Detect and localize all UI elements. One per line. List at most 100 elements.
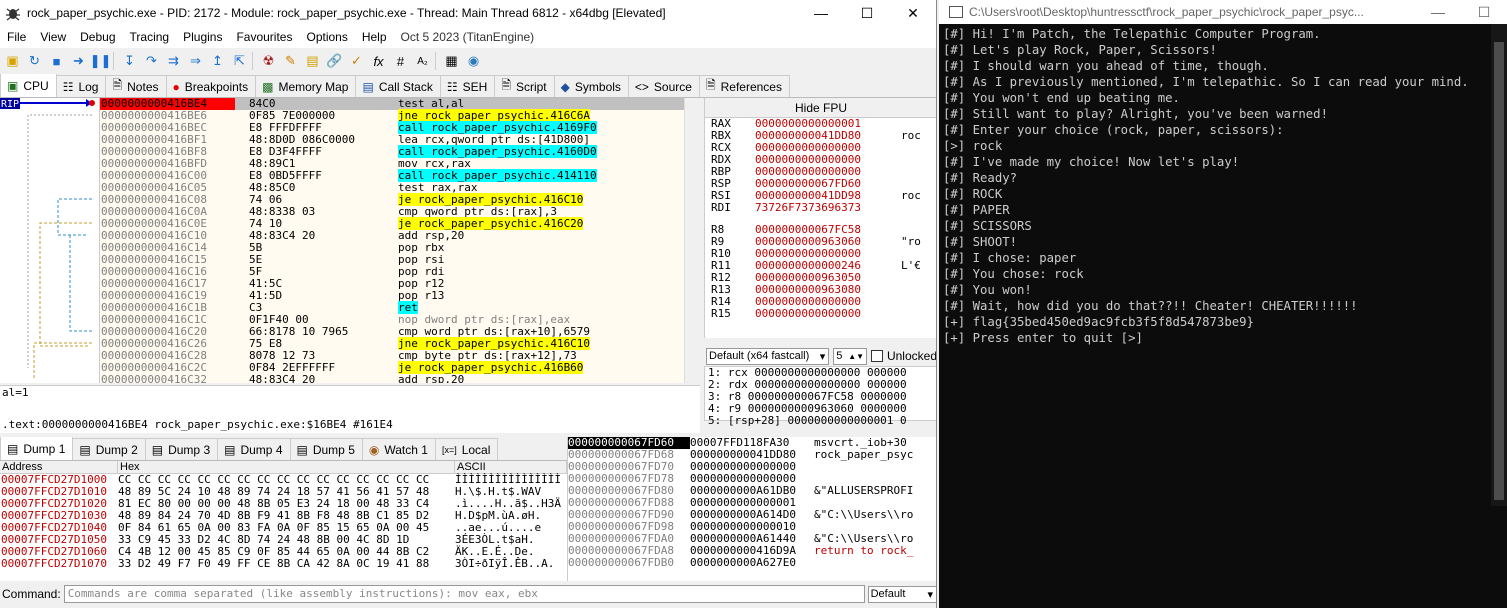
step-over-icon[interactable]: ↷ [142,52,161,71]
dump-view[interactable]: Address Hex ASCII 00007FFCD27D1000 CC CC … [0,461,567,581]
maximize-button[interactable]: ☐ [844,0,890,26]
patch-icon[interactable]: ✎ [281,52,300,71]
console-minimize-button[interactable]: — [1415,0,1461,25]
menu-help[interactable]: Help [355,30,394,44]
minimize-button[interactable]: — [798,0,844,26]
console-line: [#] I've made my choice! Now let's play! [943,155,1240,169]
log-icon: ☷ [62,79,74,94]
run-icon[interactable]: ➜ [69,52,88,71]
disasm-row[interactable]: 0000000000416C32 48:83C4 20 add rsp,20 [100,373,684,384]
labels-icon[interactable]: 🔗 [325,52,344,71]
dump-header-hex[interactable]: Hex [118,461,455,473]
dump-row[interactable]: 00007FFCD27D1070 33 D2 49 F7 F0 49 FF CE … [0,558,567,570]
calculator-icon[interactable]: ▦ [442,52,461,71]
command-mode-select[interactable]: Default ▾ [867,585,936,603]
tab-locals[interactable]: [x=] Local [434,438,499,460]
disassembly-view[interactable]: 0000000000416BE4 84C0 test al,al 0000000000… [100,98,684,383]
hide-fpu-button[interactable]: Hide FPU [705,98,936,118]
toolbar-separator [435,52,439,70]
register-list: RAX 0000000000000001 RBX 000000000041DD80 ro… [705,118,936,320]
script-icon: 🗎 [501,78,511,92]
tab-dump-5[interactable]: ▤ Dump 5 [289,438,363,460]
menu-file[interactable]: File [0,30,33,44]
menu-favourites[interactable]: Favourites [229,30,299,44]
disasm-bytes: 48:83C4 20 [249,373,316,384]
register-row[interactable]: RDI 73726F7373696373 [705,201,936,214]
stack-view[interactable]: 000000000067FD60 00007FFD118FA30 msvcrt._i… [567,437,936,581]
register-value: 0000000000000000 [755,307,861,320]
dump-area: ▤ Dump 1 ▤ Dump 2 ▤ Dump 3 ▤ Dump 4 ▤ Dump 5 … [0,437,567,581]
stop-icon[interactable]: ■ [47,52,66,71]
pause-icon[interactable]: ❚❚ [90,52,112,71]
disassembly-scrollbar[interactable] [684,98,700,383]
tab-seh[interactable]: ☷ SEH [439,75,496,97]
trace-into-icon[interactable]: ⇉ [164,52,183,71]
references-icon: 🗎 [705,78,716,92]
arguments-panel[interactable]: 1: rcx 0000000000000000 000000 2: rdx 00… [704,366,936,427]
strings-icon[interactable]: A₂ [413,52,432,71]
unlocked-label: Unlocked [886,349,937,363]
step-into-icon[interactable]: ↧ [120,52,139,71]
menu-debug[interactable]: Debug [73,30,122,44]
console-maximize-button[interactable]: ☐ [1461,0,1507,25]
menu-plugins[interactable]: Plugins [176,30,229,44]
tab-cpu[interactable]: ▣ CPU [0,74,57,97]
console-line: [#] I chose: paper [943,251,1077,265]
execute-till-return-icon[interactable]: ↥ [208,52,227,71]
globe-icon[interactable]: ◉ [464,52,483,71]
tab-references[interactable]: 🗎 References [698,75,790,97]
tab-script[interactable]: 🗎 Script [494,75,555,97]
jump-arrows: RIP [0,98,95,378]
call-stack-icon: ▤ [362,79,374,94]
functions-icon[interactable]: fx [369,52,388,71]
comments-icon[interactable]: ▤ [303,52,322,71]
tab-memory-map[interactable]: ▩ Memory Map [255,75,357,97]
tab-dump-4[interactable]: ▤ Dump 4 [217,438,291,460]
tab-watch-1[interactable]: ◉ Watch 1 [361,438,436,460]
run-to-user-code-icon[interactable]: ⇱ [230,52,249,71]
dump-header-address[interactable]: Address [0,461,118,473]
close-button[interactable]: ✕ [890,0,936,26]
stack-comment: &"C:\\Users\\ro [814,508,914,521]
tab-dump-3[interactable]: ▤ Dump 3 [144,438,219,460]
tab-source[interactable]: <> Source [627,75,700,97]
console-scroll-thumb[interactable] [1494,42,1504,500]
watch-icon: ◉ [368,442,380,457]
stack-row[interactable]: 000000000067FDB0 0000000000A627E0 [568,557,936,569]
dump-header-ascii[interactable]: ASCII [455,461,567,473]
menu-view[interactable]: View [33,30,73,44]
menu-options[interactable]: Options [299,30,354,44]
tab-call-stack[interactable]: ▤ Call Stack [355,75,441,97]
registers-panel[interactable]: Hide FPU RAX 0000000000000001 RBX 000000000… [704,98,936,338]
disasm-address: 0000000000416C32 [101,373,207,384]
tab-dump-2[interactable]: ▤ Dump 2 [72,438,146,460]
source-icon: <> [634,79,649,94]
unlocked-checkbox[interactable] [871,350,883,362]
bookmarks-icon[interactable]: ✓ [347,52,366,71]
tab-dump-1[interactable]: ▤ Dump 1 [0,437,74,460]
scylla-icon[interactable]: ☢ [259,52,278,71]
tab-log[interactable]: ☷ Log [55,75,107,97]
info-box: al=1 .text:0000000000416BE4 rock_paper_p… [0,385,700,433]
rip-label: RIP [1,99,19,110]
console-line: [#] Wait, how did you do that??!! Cheate… [943,299,1358,313]
register-row[interactable]: R15 0000000000000000 [705,307,936,320]
console-line: [#] SCISSORS [943,219,1032,233]
variables-icon[interactable]: # [391,52,410,71]
calling-convention-select[interactable]: Default (x64 fastcall) ▾ [706,347,830,365]
tab-breakpoints[interactable]: ● Breakpoints [165,75,257,97]
arg-count-stepper[interactable]: 5 ▲▼ [833,347,868,365]
menu-tracing[interactable]: Tracing [123,30,177,44]
trace-over-icon[interactable]: ⇒ [186,52,205,71]
chevron-down-icon: ▾ [819,350,826,363]
open-icon[interactable]: ▣ [3,52,22,71]
console-scrollbar[interactable] [1491,24,1507,506]
console-window: C:\Users\root\Desktop\huntressctf\rock_p… [939,0,1507,608]
command-input[interactable]: Commands are comma separated (like assem… [63,585,865,603]
register-name: RDI [711,201,731,214]
tab-notes[interactable]: 🗎 Notes [105,75,167,97]
tab-symbols[interactable]: ◆ Symbols [553,75,629,97]
console-line: [#] Still want to play? Alright, you've … [943,107,1328,121]
console-output[interactable]: [#] Hi! I'm Patch, the Telepathic Comput… [943,26,1488,606]
restart-icon[interactable]: ↻ [25,52,44,71]
